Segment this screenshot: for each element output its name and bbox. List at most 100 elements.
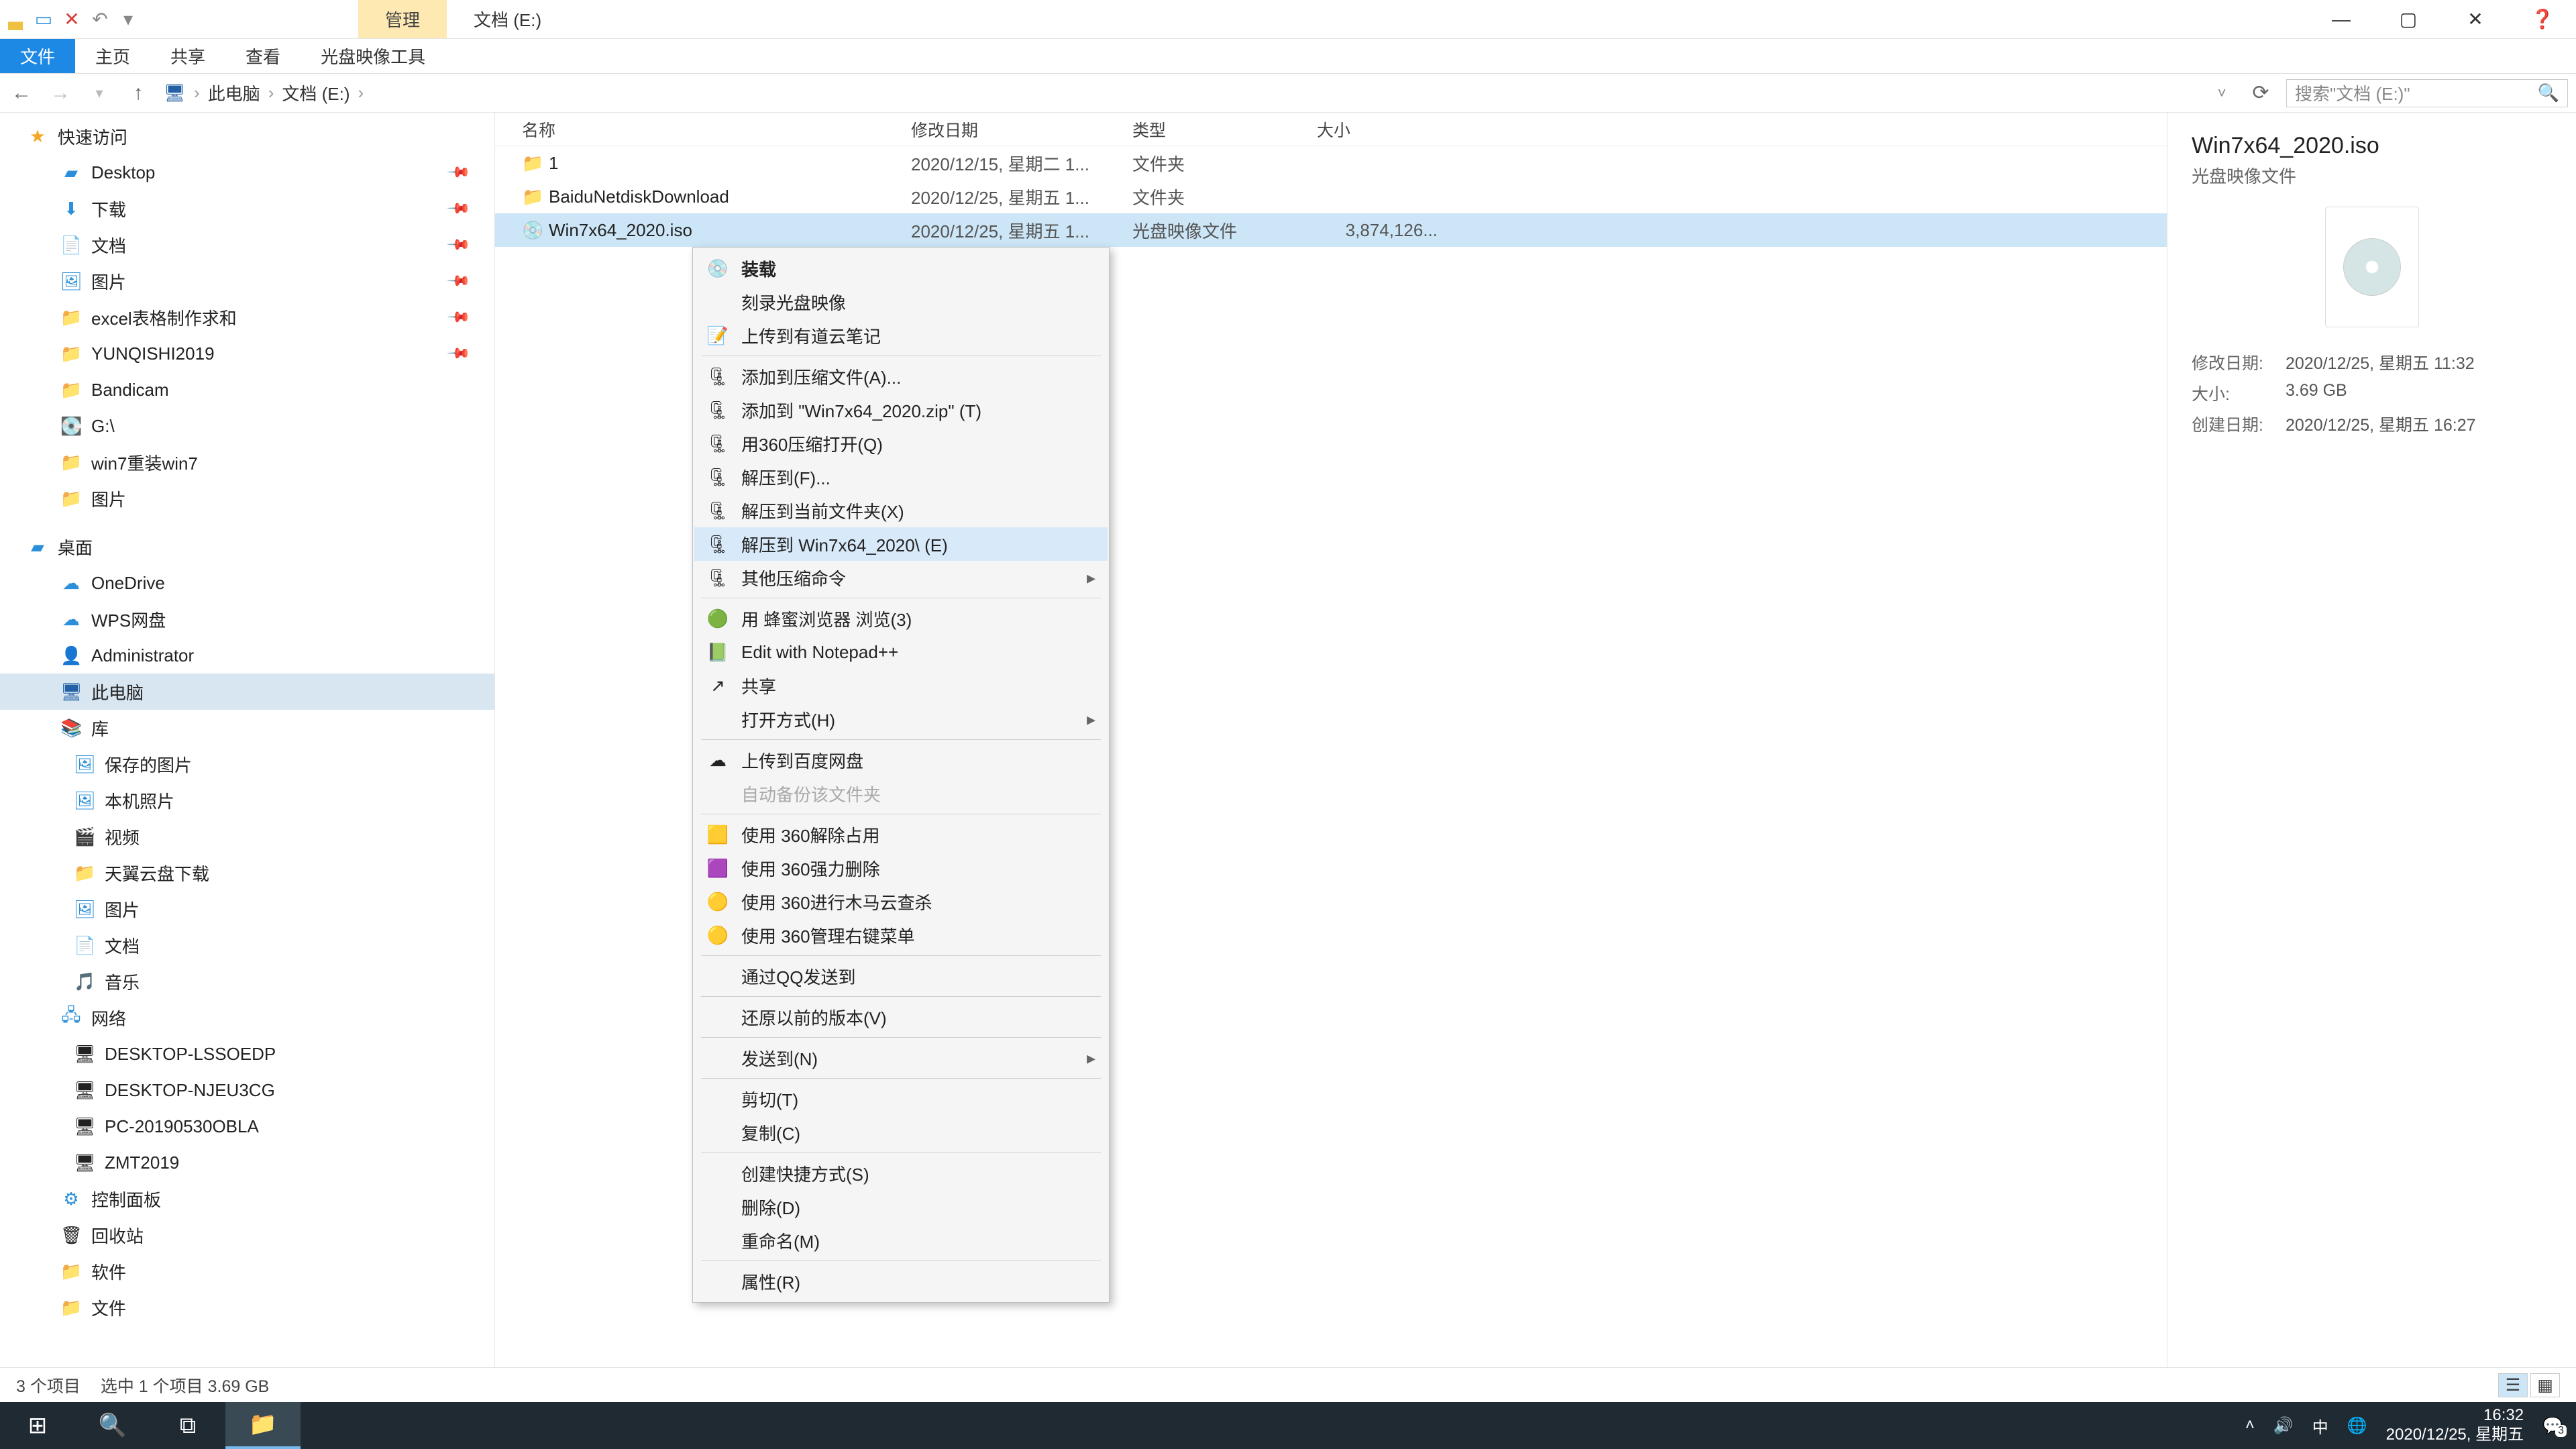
details-view-button[interactable]: ☰ — [2498, 1373, 2528, 1397]
contextual-tab[interactable]: 管理 — [358, 0, 447, 38]
nav-folder[interactable]: 📁win7重装win7 — [0, 444, 494, 480]
clock[interactable]: 16:32 2020/12/25, 星期五 — [2386, 1406, 2524, 1445]
ribbon-view[interactable]: 查看 — [225, 39, 301, 73]
nav-folder[interactable]: 📁excel表格制作求和📌 — [0, 299, 494, 335]
menu-item[interactable]: 创建快捷方式(S) — [694, 1157, 1108, 1190]
nav-net-pc[interactable]: 🖥DESKTOP-LSSOEDP — [0, 1036, 494, 1072]
menu-item[interactable]: 属性(R) — [694, 1265, 1108, 1298]
dropdown-icon[interactable]: ▾ — [118, 8, 138, 30]
back-button[interactable]: ← — [8, 82, 35, 105]
ribbon-file[interactable]: 文件 — [0, 39, 75, 73]
nav-wps[interactable]: ☁WPS网盘 — [0, 601, 494, 637]
nav-pictures[interactable]: 🖼图片📌 — [0, 263, 494, 299]
close-button[interactable]: ✕ — [2442, 0, 2509, 38]
nav-lib-item[interactable]: 📄文档 — [0, 927, 494, 963]
nav-control-panel[interactable]: ⚙控制面板 — [0, 1181, 494, 1217]
taskbar[interactable]: ⊞ 🔍 ⧉ 📁 ˄ 🔊 中 🌐 16:32 2020/12/25, 星期五 💬3 — [0, 1402, 2576, 1449]
icons-view-button[interactable]: ▦ — [2530, 1373, 2560, 1397]
nav-lib-item[interactable]: 📁天翼云盘下载 — [0, 855, 494, 891]
menu-item[interactable]: 🟨使用 360解除占用 — [694, 818, 1108, 851]
nav-network[interactable]: 🖧网络 — [0, 1000, 494, 1036]
ribbon-disc-tools[interactable]: 光盘映像工具 — [301, 39, 445, 73]
delete-icon[interactable]: ✕ — [62, 8, 82, 30]
nav-folder[interactable]: 📁Bandicam — [0, 372, 494, 408]
nav-folder[interactable]: 📁文件 — [0, 1289, 494, 1326]
menu-item[interactable]: 💿装载 — [694, 252, 1108, 285]
menu-item[interactable]: 删除(D) — [694, 1190, 1108, 1224]
volume-icon[interactable]: 🔊 — [2273, 1416, 2294, 1436]
explorer-taskbar-button[interactable]: 📁 — [225, 1402, 301, 1449]
menu-item[interactable]: 发送到(N)▸ — [694, 1041, 1108, 1075]
menu-item[interactable]: 🟢用 蜂蜜浏览器 浏览(3) — [694, 602, 1108, 635]
search-input[interactable]: 搜索"文档 (E:)" 🔍 — [2286, 79, 2568, 107]
start-button[interactable]: ⊞ — [0, 1402, 75, 1449]
menu-item[interactable]: 打开方式(H)▸ — [694, 702, 1108, 736]
recent-dropdown[interactable]: ▾ — [86, 85, 113, 102]
menu-item[interactable]: ↗共享 — [694, 669, 1108, 702]
properties-icon[interactable]: ▭ — [34, 8, 54, 30]
file-row[interactable]: 📁 BaiduNetdiskDownload 2020/12/25, 星期五 1… — [495, 180, 2167, 213]
nav-desktop-root[interactable]: ▰桌面 — [0, 529, 494, 565]
menu-item[interactable]: 复制(C) — [694, 1116, 1108, 1149]
menu-item[interactable]: ☁上传到百度网盘 — [694, 743, 1108, 777]
menu-item[interactable]: 🗜其他压缩命令▸ — [694, 561, 1108, 594]
ribbon-home[interactable]: 主页 — [75, 39, 150, 73]
file-row[interactable]: 📁 1 2020/12/15, 星期二 1... 文件夹 — [495, 146, 2167, 180]
nav-folder[interactable]: 📁图片 — [0, 480, 494, 517]
menu-item[interactable]: 🗜解压到(F)... — [694, 460, 1108, 494]
breadcrumb-dropdown[interactable]: ˅ — [2208, 85, 2235, 102]
up-button[interactable]: ↑ — [125, 82, 152, 105]
nav-onedrive[interactable]: ☁OneDrive — [0, 565, 494, 601]
menu-item[interactable]: 📗Edit with Notepad++ — [694, 635, 1108, 669]
nav-lib-item[interactable]: 🖼图片 — [0, 891, 494, 927]
menu-item[interactable]: 📝上传到有道云笔记 — [694, 319, 1108, 352]
nav-lib-item[interactable]: 🖼保存的图片 — [0, 746, 494, 782]
nav-net-pc[interactable]: 🖥ZMT2019 — [0, 1144, 494, 1181]
maximize-button[interactable]: ▢ — [2375, 0, 2442, 38]
menu-item[interactable]: 🗜用360压缩打开(Q) — [694, 427, 1108, 460]
menu-item[interactable]: 剪切(T) — [694, 1082, 1108, 1116]
nav-folder[interactable]: 📁软件 — [0, 1253, 494, 1289]
menu-item[interactable]: 刻录光盘映像 — [694, 285, 1108, 319]
menu-item[interactable]: 🟡使用 360管理右键菜单 — [694, 918, 1108, 952]
navigation-pane[interactable]: ★快速访问 ▰Desktop📌 ⬇下载📌 📄文档📌 🖼图片📌 📁excel表格制… — [0, 113, 495, 1367]
ribbon-share[interactable]: 共享 — [150, 39, 225, 73]
nav-desktop[interactable]: ▰Desktop📌 — [0, 154, 494, 191]
nav-documents[interactable]: 📄文档📌 — [0, 227, 494, 263]
tray-overflow-icon[interactable]: ˄ — [2245, 1416, 2255, 1435]
undo-icon[interactable]: ↶ — [90, 8, 110, 30]
action-center-icon[interactable]: 💬3 — [2542, 1416, 2563, 1436]
nav-this-pc[interactable]: 🖥此电脑 — [0, 674, 494, 710]
menu-item[interactable]: 🗜解压到当前文件夹(X) — [694, 494, 1108, 527]
network-icon[interactable]: 🌐 — [2347, 1416, 2367, 1436]
menu-item[interactable]: 🟪使用 360强力删除 — [694, 851, 1108, 885]
menu-item[interactable]: 通过QQ发送到 — [694, 959, 1108, 993]
nav-net-pc[interactable]: 🖥PC-20190530OBLA — [0, 1108, 494, 1144]
column-headers[interactable]: 名称 修改日期 类型 大小 — [495, 113, 2167, 146]
menu-item[interactable]: 🗜添加到 "Win7x64_2020.zip" (T) — [694, 393, 1108, 427]
menu-item[interactable]: 🗜添加到压缩文件(A)... — [694, 360, 1108, 393]
search-button[interactable]: 🔍 — [75, 1402, 150, 1449]
nav-quick-access[interactable]: ★快速访问 — [0, 118, 494, 154]
menu-item[interactable]: 🟡使用 360进行木马云查杀 — [694, 885, 1108, 918]
task-view-button[interactable]: ⧉ — [150, 1402, 225, 1449]
file-row-selected[interactable]: 💿 Win7x64_2020.iso 2020/12/25, 星期五 1... … — [495, 213, 2167, 247]
minimize-button[interactable]: — — [2308, 0, 2375, 38]
nav-lib-item[interactable]: 🖼本机照片 — [0, 782, 494, 818]
breadcrumb[interactable]: 🖥 › 此电脑 › 文档 (E:) › — [164, 80, 2196, 105]
nav-folder[interactable]: 📁YUNQISHI2019📌 — [0, 335, 494, 372]
menu-item[interactable]: 重命名(M) — [694, 1224, 1108, 1257]
menu-item[interactable]: 还原以前的版本(V) — [694, 1000, 1108, 1034]
nav-recycle[interactable]: 🗑回收站 — [0, 1217, 494, 1253]
refresh-button[interactable]: ⟳ — [2247, 81, 2274, 105]
nav-user[interactable]: 👤Administrator — [0, 637, 494, 674]
nav-drive[interactable]: 💽G:\ — [0, 408, 494, 444]
ime-indicator[interactable]: 中 — [2312, 1414, 2328, 1438]
nav-lib-item[interactable]: 🎬视频 — [0, 818, 494, 855]
nav-net-pc[interactable]: 🖥DESKTOP-NJEU3CG — [0, 1072, 494, 1108]
menu-item[interactable]: 🗜解压到 Win7x64_2020\ (E) — [694, 527, 1108, 561]
help-button[interactable]: ❓ — [2509, 0, 2576, 38]
nav-libraries[interactable]: 📚库 — [0, 710, 494, 746]
nav-lib-item[interactable]: 🎵音乐 — [0, 963, 494, 1000]
nav-downloads[interactable]: ⬇下载📌 — [0, 191, 494, 227]
